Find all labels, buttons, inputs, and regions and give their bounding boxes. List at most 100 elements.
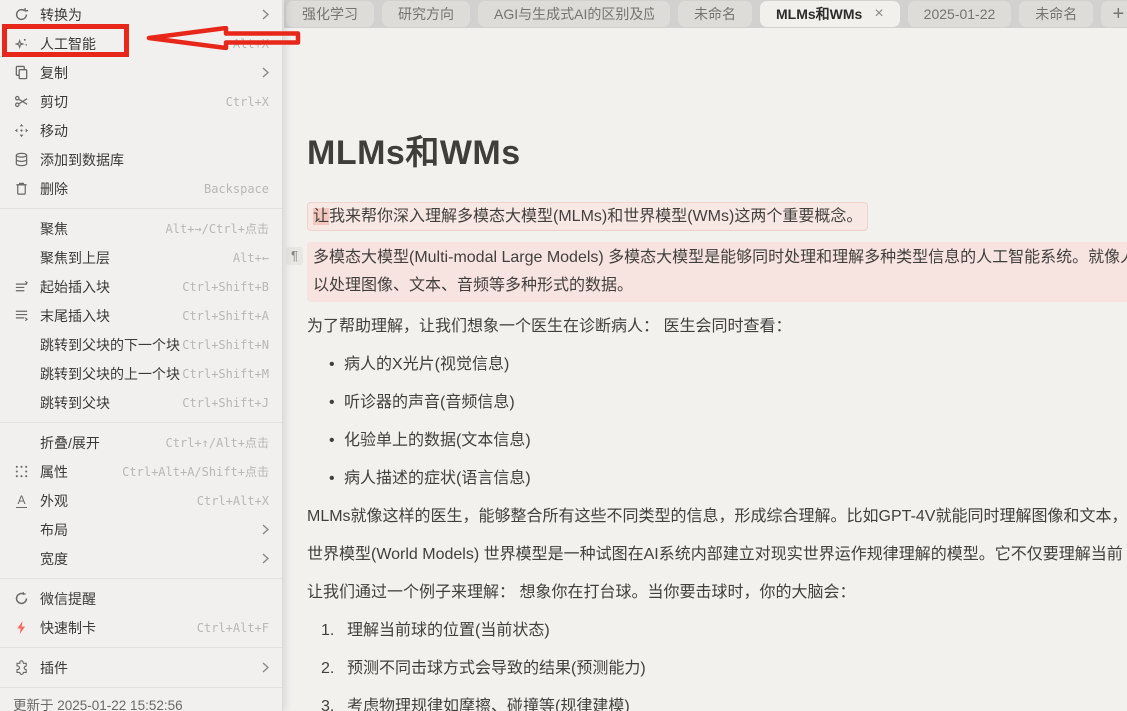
menu-item-attributes[interactable]: 属性 Ctrl+Alt+A/Shift+点击 (0, 457, 282, 486)
menu-item-plugins[interactable]: 插件 (0, 653, 282, 682)
menu-item-convert-to[interactable]: 转换为 (0, 0, 282, 29)
list-item[interactable]: • 听诊器的声音(音频信息) (307, 389, 1127, 416)
menu-item-fold-unfold[interactable]: 折叠/展开 Ctrl+↑/Alt+点击 (0, 428, 282, 457)
tab-close-icon[interactable]: × (874, 6, 883, 22)
paragraph-block-wm-definition[interactable]: 世界模型(World Models) 世界模型是一种试图在AI系统内部建立对现实… (307, 541, 1127, 568)
menu-item-quick-flashcard[interactable]: 快速制卡 Ctrl+Alt+F (0, 613, 282, 642)
move-icon (13, 122, 30, 139)
tab-qianghua-xuexi[interactable]: 强化学习 (286, 1, 374, 27)
wechat-reminder-icon (13, 590, 30, 607)
highlighted-paragraph: 让我来帮你深入理解多模态大模型(MLMs)和世界模型(WMs)这两个重要概念。 (307, 202, 868, 231)
menu-shortcut: Ctrl+↑/Alt+点击 (166, 434, 269, 451)
menu-item-layout[interactable]: 布局 (0, 515, 282, 544)
lightning-icon (13, 619, 30, 636)
document-editor: MLMs和WMs 让我来帮你深入理解多模态大模型(MLMs)和世界模型(WMs)… (284, 28, 1127, 711)
list-number: 3. (321, 693, 347, 711)
list-item-text: 理解当前球的位置(当前状态) (347, 617, 550, 644)
menu-divider (0, 208, 282, 209)
paragraph-block-mlm-summary[interactable]: MLMs就像这样的医生，能够整合所有这些不同类型的信息，形成综合理解。比如GPT… (307, 503, 1127, 530)
menu-item-label: 添加到数据库 (40, 150, 124, 170)
menu-item-move[interactable]: 移动 (0, 116, 282, 145)
tab-yanjiu-fangxiang[interactable]: 研究方向 (382, 1, 470, 27)
paragraph-block-intro[interactable]: 让我来帮你深入理解多模态大模型(MLMs)和世界模型(WMs)这两个重要概念。 (307, 202, 1127, 231)
menu-item-width[interactable]: 宽度 (0, 544, 282, 573)
paragraph-block-billiards-intro[interactable]: 让我们通过一个例子来理解： 想象你在打台球。当你要击球时，你的大脑会： (307, 579, 1127, 606)
menu-item-jump-parent[interactable]: 跳转到父块 Ctrl+Shift+J (0, 388, 282, 417)
menu-item-copy[interactable]: 复制 (0, 58, 282, 87)
menu-shortcut: Ctrl+Shift+N (182, 338, 269, 352)
sparkles-icon (13, 35, 30, 52)
menu-item-insert-block-end[interactable]: 末尾插入块 Ctrl+Shift+A (0, 301, 282, 330)
menu-item-label: 移动 (40, 121, 68, 141)
menu-item-label: 跳转到父块 (40, 393, 110, 413)
menu-item-ai[interactable]: 人工智能 Alt+X (0, 29, 282, 58)
insert-start-icon (13, 278, 30, 295)
main-area: 强化学习 研究方向 AGI与生成式AI的区别及应 未命名 MLMs和WMs × … (284, 0, 1127, 711)
plus-icon: + (1112, 3, 1124, 26)
menu-item-label: 末尾插入块 (40, 306, 110, 326)
menu-item-label: 聚焦到上层 (40, 248, 110, 268)
new-tab-button[interactable]: + (1101, 1, 1127, 27)
paragraph-text: 我来帮你深入理解多模态大模型(MLMs)和世界模型(WMs)这两个重要概念。 (329, 208, 862, 225)
dots-grid-icon (13, 463, 30, 480)
tab-label: 强化学习 (302, 4, 358, 24)
paragraph-block-doctor-analogy[interactable]: 为了帮助理解，让我们想象一个医生在诊断病人： 医生会同时查看： (307, 313, 1127, 340)
cursor-char-highlight: 让 (313, 208, 329, 225)
tab-mlms-wms-active[interactable]: MLMs和WMs × (760, 1, 900, 27)
menu-item-label: 跳转到父块的下一个块 (40, 335, 180, 355)
menu-item-wechat-reminder[interactable]: 微信提醒 (0, 584, 282, 613)
menu-item-label: 删除 (40, 179, 68, 199)
menu-item-label: 人工智能 (40, 34, 96, 54)
menu-item-delete[interactable]: 删除 Backspace (0, 174, 282, 203)
menu-shortcut: Ctrl+X (226, 95, 269, 109)
paragraph-marker-icon: ¶ (286, 247, 303, 265)
menu-item-label: 快速制卡 (40, 618, 96, 638)
list-item-text: 考虑物理规律如摩擦、碰撞等(规律建模) (347, 693, 630, 711)
menu-item-label: 微信提醒 (40, 589, 96, 609)
tab-2025-01-22[interactable]: 2025-01-22 (908, 1, 1012, 27)
list-item-text: 听诊器的声音(音频信息) (344, 389, 515, 416)
menu-item-insert-block-start[interactable]: 起始插入块 Ctrl+Shift+B (0, 272, 282, 301)
menu-item-appearance[interactable]: A 外观 Ctrl+Alt+X (0, 486, 282, 515)
menu-item-jump-parent-next[interactable]: 跳转到父块的下一个块 Ctrl+Shift+N (0, 330, 282, 359)
tab-agi-vs-genai[interactable]: AGI与生成式AI的区别及应 (478, 1, 670, 27)
insert-end-icon (13, 307, 30, 324)
tab-label: 未命名 (1035, 4, 1077, 24)
menu-item-label: 折叠/展开 (40, 433, 100, 453)
menu-shortcut: Ctrl+Alt+X (197, 494, 269, 508)
block-context-menu: 转换为 人工智能 Alt+X 复制 剪切 Ctrl+X 移动 (0, 0, 283, 711)
menu-item-jump-parent-prev[interactable]: 跳转到父块的上一个块 Ctrl+Shift+M (0, 359, 282, 388)
menu-shortcut: Alt+→/Ctrl+点击 (166, 220, 269, 237)
doc-title[interactable]: MLMs和WMs (307, 130, 1127, 176)
ordered-list-item[interactable]: 2. 预测不同击球方式会导致的结果(预测能力) (307, 655, 1127, 682)
menu-footer-updated-timestamp: 更新于 2025-01-22 15:52:56 (0, 688, 282, 711)
menu-item-label: 起始插入块 (40, 277, 110, 297)
ordered-list-item[interactable]: 1. 理解当前球的位置(当前状态) (307, 617, 1127, 644)
list-item-text: 病人描述的症状(语言信息) (344, 465, 531, 492)
menu-item-cut[interactable]: 剪切 Ctrl+X (0, 87, 282, 116)
tab-label: 2025-01-22 (924, 6, 996, 22)
tab-untitled-1[interactable]: 未命名 (678, 1, 752, 27)
menu-shortcut: Backspace (204, 182, 269, 196)
chevron-right-icon (262, 522, 269, 538)
tab-untitled-2[interactable]: 未命名 (1019, 1, 1093, 27)
list-item[interactable]: • 病人的X光片(视觉信息) (307, 351, 1127, 378)
menu-item-label: 布局 (40, 520, 68, 540)
menu-shortcut: Ctrl+Shift+A (182, 309, 269, 323)
menu-item-focus-parent[interactable]: 聚焦到上层 Alt+← (0, 243, 282, 272)
menu-shortcut: Ctrl+Shift+J (182, 396, 269, 410)
menu-item-label: 转换为 (40, 5, 82, 25)
list-item[interactable]: • 化验单上的数据(文本信息) (307, 427, 1127, 454)
copy-icon (13, 64, 30, 81)
list-number: 1. (321, 617, 347, 644)
menu-item-add-to-database[interactable]: 添加到数据库 (0, 145, 282, 174)
database-icon (13, 151, 30, 168)
menu-shortcut: Ctrl+Shift+M (182, 367, 269, 381)
menu-item-focus[interactable]: 聚焦 Alt+→/Ctrl+点击 (0, 214, 282, 243)
ordered-list-item[interactable]: 3. 考虑物理规律如摩擦、碰撞等(规律建模) (307, 693, 1127, 711)
menu-item-label: 宽度 (40, 549, 68, 569)
bullet-icon: • (329, 465, 344, 492)
paragraph-block-mlm-definition[interactable]: ¶ 多模态大模型(Multi-modal Large Models) 多模态大模… (307, 242, 1127, 302)
list-item[interactable]: • 病人描述的症状(语言信息) (307, 465, 1127, 492)
menu-item-label: 剪切 (40, 92, 68, 112)
